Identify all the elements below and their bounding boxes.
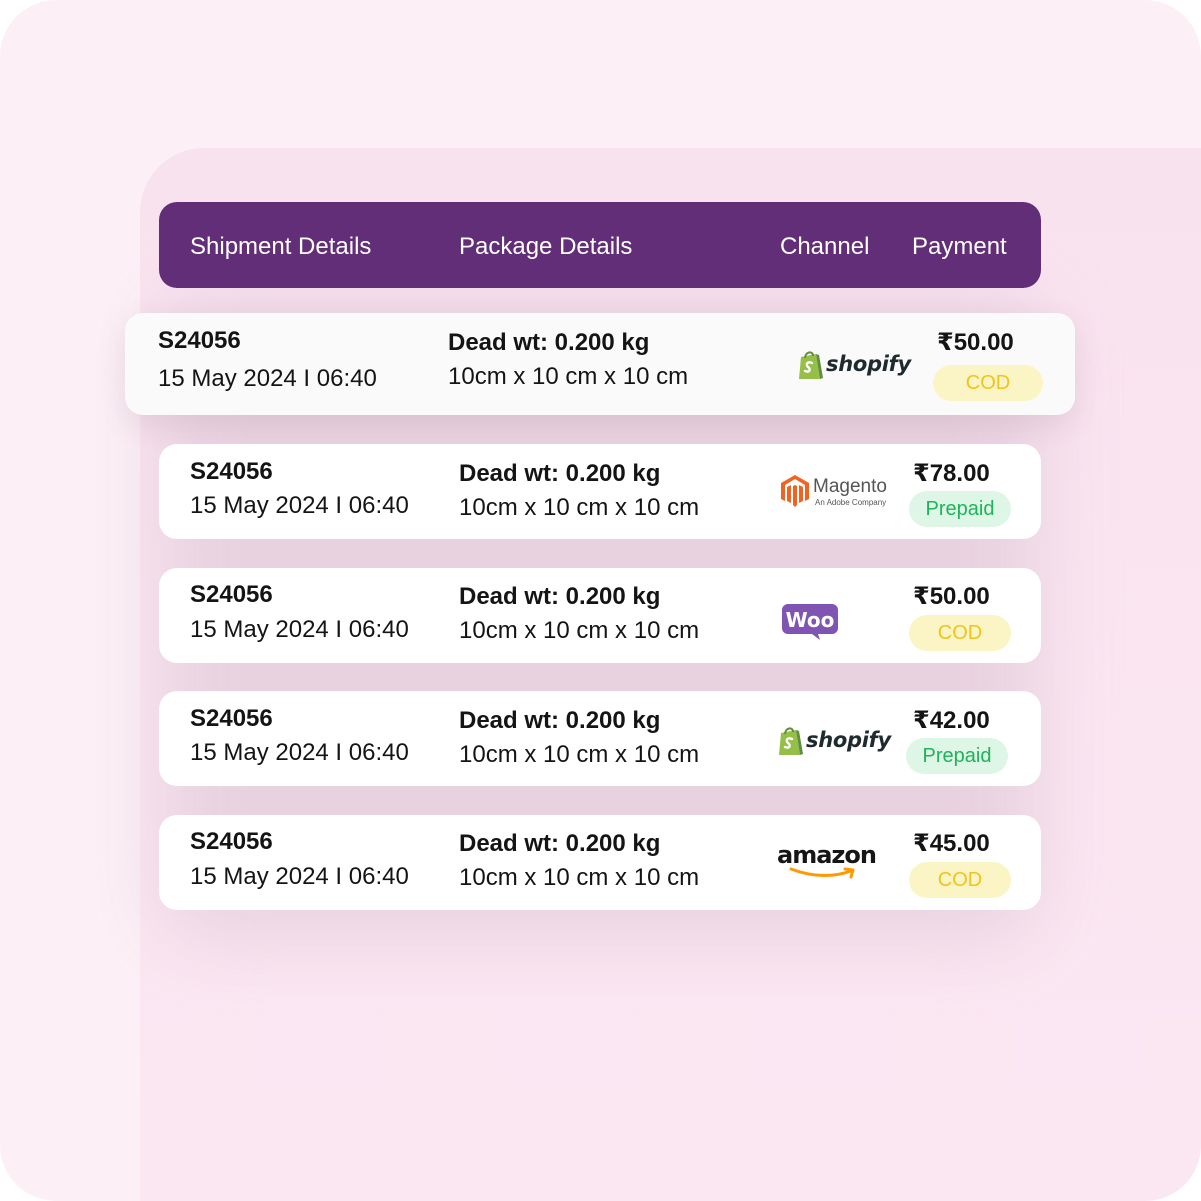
dead-weight: Dead wt: 0.200 kg <box>459 707 661 734</box>
shipment-date: 15 May 2024 I 06:40 <box>190 739 409 766</box>
shipment-id: S24056 <box>190 458 273 485</box>
table-row[interactable]: S24056 15 May 2024 I 06:40 Dead wt: 0.20… <box>159 444 1041 539</box>
table-row[interactable]: S24056 15 May 2024 I 06:40 Dead wt: 0.20… <box>159 568 1041 663</box>
shipment-date: 15 May 2024 I 06:40 <box>158 365 377 392</box>
page-background: Shipment Details Package Details Channel… <box>0 0 1201 1201</box>
dead-weight: Dead wt: 0.200 kg <box>459 583 661 610</box>
payment-status-badge: Prepaid <box>906 738 1008 774</box>
payment-status-badge: Prepaid <box>909 491 1011 527</box>
shopify-logo-icon: shopify <box>797 349 911 383</box>
shipment-date: 15 May 2024 I 06:40 <box>190 616 409 643</box>
payment-status-badge: COD <box>909 862 1011 898</box>
shopify-logo-icon: shopify <box>777 725 891 759</box>
payment-status-badge: COD <box>909 615 1011 651</box>
column-header-payment[interactable]: Payment <box>912 233 1007 261</box>
price: ₹50.00 <box>937 329 1014 356</box>
shipment-date: 15 May 2024 I 06:40 <box>190 492 409 519</box>
magento-logo-icon: Magento An Adobe Company <box>781 474 893 510</box>
shipment-id: S24056 <box>190 705 273 732</box>
table-row[interactable]: S24056 15 May 2024 I 06:40 Dead wt: 0.20… <box>159 691 1041 786</box>
svg-text:Woo: Woo <box>786 608 835 632</box>
shipment-id: S24056 <box>190 581 273 608</box>
table-row[interactable]: S24056 15 May 2024 I 06:40 Dead wt: 0.20… <box>125 313 1075 415</box>
woocommerce-logo-icon: Woo <box>782 604 838 640</box>
package-dimensions: 10cm x 10 cm x 10 cm <box>448 363 689 390</box>
column-header-package-details[interactable]: Package Details <box>459 233 632 261</box>
dead-weight: Dead wt: 0.200 kg <box>459 830 661 857</box>
column-header-shipment-details[interactable]: Shipment Details <box>190 233 371 261</box>
price: ₹45.00 <box>913 830 990 857</box>
package-dimensions: 10cm x 10 cm x 10 cm <box>459 617 700 644</box>
package-dimensions: 10cm x 10 cm x 10 cm <box>459 741 700 768</box>
shipment-date: 15 May 2024 I 06:40 <box>190 863 409 890</box>
package-dimensions: 10cm x 10 cm x 10 cm <box>459 494 700 521</box>
column-header-channel[interactable]: Channel <box>780 233 869 261</box>
dead-weight: Dead wt: 0.200 kg <box>459 460 661 487</box>
price: ₹78.00 <box>913 460 990 487</box>
price: ₹42.00 <box>913 707 990 734</box>
shipment-id: S24056 <box>158 327 241 354</box>
amazon-logo-icon: amazon <box>777 841 877 881</box>
price: ₹50.00 <box>913 583 990 610</box>
shipment-id: S24056 <box>190 828 273 855</box>
table-row[interactable]: S24056 15 May 2024 I 06:40 Dead wt: 0.20… <box>159 815 1041 910</box>
package-dimensions: 10cm x 10 cm x 10 cm <box>459 864 700 891</box>
payment-status-badge: COD <box>933 365 1043 401</box>
dead-weight: Dead wt: 0.200 kg <box>448 329 650 356</box>
table-header: Shipment Details Package Details Channel… <box>159 202 1041 288</box>
